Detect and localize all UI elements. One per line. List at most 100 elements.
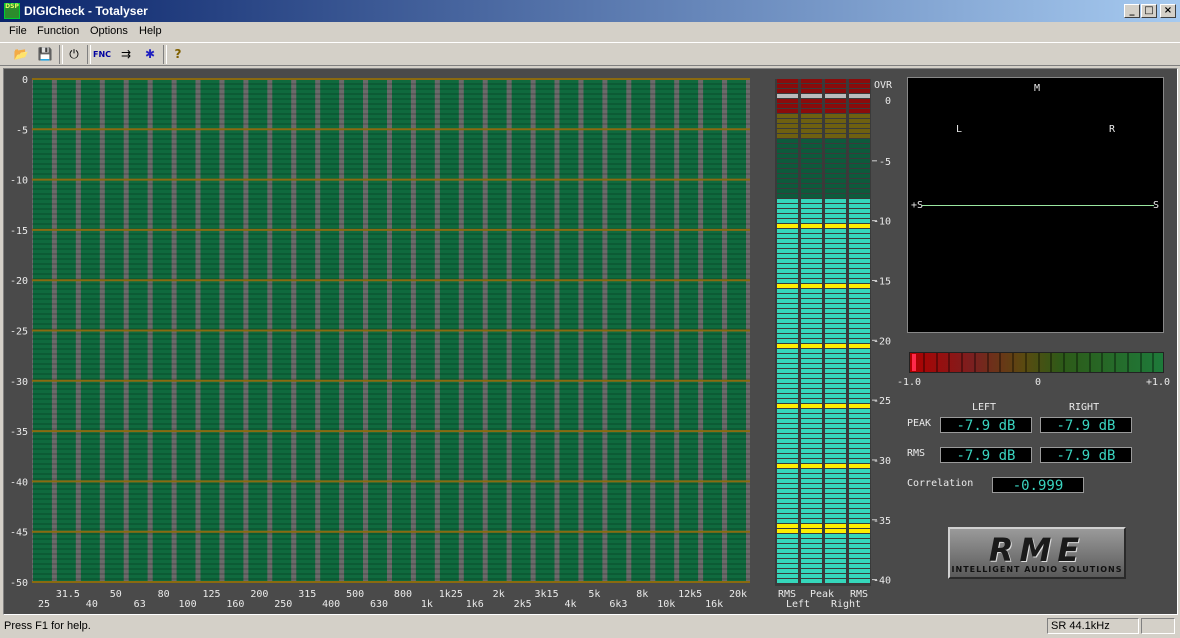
meter-segment	[825, 364, 846, 368]
meter-segment	[777, 404, 798, 408]
meter-segment	[777, 369, 798, 373]
rms-left-display: -7.9 dB	[940, 447, 1032, 464]
meter-segment	[849, 529, 870, 533]
meter-segment	[825, 414, 846, 418]
meter-segment	[825, 509, 846, 513]
meter-segment	[777, 439, 798, 443]
meter-segment	[801, 239, 822, 243]
meter-segment	[801, 474, 822, 478]
meter-segment	[849, 149, 870, 153]
meter-segment	[825, 384, 846, 388]
meter-segment	[825, 124, 846, 128]
meter-segment	[777, 224, 798, 228]
meter-segment	[801, 189, 822, 193]
meter-segment	[801, 334, 822, 338]
meter-segment	[849, 444, 870, 448]
correlation-marker	[912, 354, 917, 371]
meter-segment	[801, 549, 822, 553]
meter-segment	[849, 539, 870, 543]
meter-segment	[801, 569, 822, 573]
meter-segment	[849, 329, 870, 333]
meter-segment	[801, 529, 822, 533]
correlation-bar-tick	[1037, 353, 1040, 372]
meter-segment	[801, 89, 822, 93]
meter-segment	[777, 489, 798, 493]
meter-scale-label: -25	[873, 396, 891, 407]
meter-segment	[849, 384, 870, 388]
meter-segment	[849, 219, 870, 223]
meter-segment	[801, 304, 822, 308]
meter-segment	[777, 254, 798, 258]
meter-segment	[801, 179, 822, 183]
meter-segment	[777, 99, 798, 103]
meter-segment	[825, 189, 846, 193]
meter-segment	[777, 134, 798, 138]
meter-segment	[849, 424, 870, 428]
meter-segment	[825, 394, 846, 398]
meter-segment	[849, 244, 870, 248]
meter-segment	[777, 239, 798, 243]
meter-segment	[777, 274, 798, 278]
meter-segment	[801, 359, 822, 363]
meter-segment	[801, 414, 822, 418]
meter-segment	[777, 504, 798, 508]
meter-segment	[777, 564, 798, 568]
meter-segment	[849, 109, 870, 113]
meter-segment	[849, 129, 870, 133]
rme-logo: RME INTELLIGENT AUDIO SOLUTIONS	[948, 527, 1126, 579]
meter-segment	[777, 514, 798, 518]
rms-label: RMS	[907, 448, 926, 459]
meter-segment	[825, 329, 846, 333]
meter-segment	[801, 524, 822, 528]
meter-segment	[849, 484, 870, 488]
meter-segment	[849, 204, 870, 208]
meter-segment	[825, 319, 846, 323]
meter-segment	[825, 494, 846, 498]
meter-segment	[777, 354, 798, 358]
meter-segment	[777, 339, 798, 343]
meter-segment	[825, 114, 846, 118]
meter-segment	[825, 99, 846, 103]
meter-segment	[777, 399, 798, 403]
correlation-bar-tick	[999, 353, 1002, 372]
meter-segment	[777, 299, 798, 303]
meter-segment	[801, 404, 822, 408]
meter-segment	[777, 384, 798, 388]
left-header: LEFT	[972, 402, 997, 413]
meter-segment	[825, 519, 846, 523]
meter-segment	[825, 544, 846, 548]
meter-segment	[777, 149, 798, 153]
meter-segment	[849, 489, 870, 493]
meter-segment	[801, 499, 822, 503]
meter-segment	[825, 164, 846, 168]
meter-segment	[849, 464, 870, 468]
meter-segment	[849, 379, 870, 383]
meter-segment	[801, 159, 822, 163]
meter-segment	[849, 224, 870, 228]
meter-segment	[849, 449, 870, 453]
meter-segment	[777, 579, 798, 583]
meter-segment	[825, 139, 846, 143]
meter-segment	[801, 94, 822, 98]
meter-segment	[849, 519, 870, 523]
meter-segment	[849, 314, 870, 318]
meter-channel-label: Left	[786, 599, 810, 610]
meter-segment	[801, 84, 822, 88]
meter-segment	[849, 174, 870, 178]
meter-segment	[777, 249, 798, 253]
meter-segment	[777, 529, 798, 533]
meter-segment	[777, 424, 798, 428]
peak-right-display: -7.9 dB	[1040, 417, 1132, 434]
meter-segment	[825, 214, 846, 218]
meter-segment	[849, 409, 870, 413]
meter-segment	[777, 209, 798, 213]
meter-segment	[825, 474, 846, 478]
meter-segment	[801, 104, 822, 108]
correlation-bar-tick	[948, 353, 951, 372]
meter-segment	[801, 349, 822, 353]
meter-segment	[801, 514, 822, 518]
gonio-label-l: L	[956, 124, 963, 135]
meter-segment	[825, 104, 846, 108]
meter-segment	[777, 554, 798, 558]
meter-segment	[849, 459, 870, 463]
